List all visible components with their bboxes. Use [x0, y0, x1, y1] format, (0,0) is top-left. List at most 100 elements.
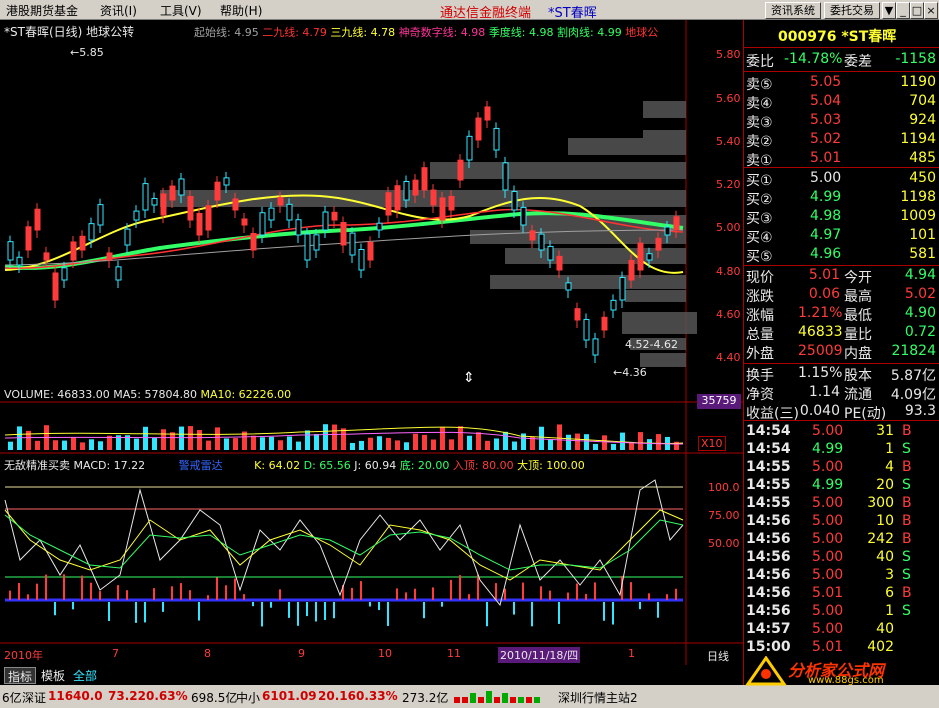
- stat-value: 4.90: [904, 305, 936, 321]
- buy-row: 买① 5.00 450: [746, 170, 936, 189]
- candle-body: [232, 198, 239, 211]
- candle-body: [457, 159, 464, 181]
- date-tick: 1: [628, 647, 635, 660]
- tick-row: 14:56 5.00 40 S: [746, 549, 936, 567]
- tick-price: 4.99: [812, 441, 844, 457]
- volume-bar: [314, 434, 319, 450]
- buy-level-label: 买③: [746, 211, 773, 227]
- sell-price: 5.01: [810, 150, 842, 166]
- server-name[interactable]: 深圳行情主站2: [558, 689, 638, 706]
- macd-bar: [549, 590, 551, 600]
- volume-bar: [206, 440, 211, 450]
- stat-value: 5.01: [808, 267, 840, 283]
- close-icon[interactable]: ×: [924, 2, 938, 19]
- tick-volume: 20: [876, 477, 894, 493]
- candle-body: [331, 211, 338, 221]
- buy-volume: 1009: [900, 208, 936, 224]
- tick-volume: 402: [867, 639, 894, 655]
- candle-body: [349, 232, 356, 256]
- volume-bar: [413, 433, 418, 450]
- sell-price: 5.05: [810, 74, 842, 90]
- macd-bar: [279, 589, 281, 600]
- date-tick: 9: [298, 647, 305, 660]
- zx-label[interactable]: 中小: [236, 689, 260, 706]
- macd-header: 无敌精准买卖 MACD: 17.22 警戒雷达 K: 64.02 D: 65.5…: [4, 457, 585, 473]
- volume-bar: [476, 432, 481, 450]
- candle-body: [601, 316, 608, 331]
- resize-handle-icon[interactable]: ⇕: [463, 370, 475, 386]
- chart-area[interactable]: *ST春晖(日线) 地球公转 起始线: 4.95 二九线: 4.79 三九线: …: [0, 20, 743, 665]
- volume-bar: [287, 436, 292, 450]
- date-tick: 7: [112, 647, 119, 660]
- j-value: J: 60.94: [354, 459, 397, 472]
- stat-label: 最低: [844, 308, 872, 324]
- sell-row: 卖① 5.01 485: [746, 150, 936, 169]
- macd-bar: [162, 602, 164, 612]
- stat-label: 现价: [746, 270, 774, 286]
- candle-body: [178, 178, 185, 196]
- tab-template[interactable]: 模板: [38, 667, 68, 683]
- sz-label[interactable]: 深证: [22, 689, 46, 706]
- tick-row: 14:56 5.00 1 S: [746, 603, 936, 621]
- sell-volume: 485: [909, 150, 936, 166]
- dropdown-icon[interactable]: ▼: [882, 2, 896, 19]
- candle-body: [511, 191, 518, 211]
- price-tick: 4.60: [716, 308, 741, 321]
- macd-bar: [459, 575, 461, 600]
- tick-time: 14:54: [746, 423, 791, 439]
- buy-level-label: 买②: [746, 192, 773, 208]
- tick-time: 14:56: [746, 585, 791, 601]
- price-tick: 4.40: [716, 351, 741, 364]
- candle-body: [637, 242, 644, 271]
- menu-item-info[interactable]: 资讯(I): [100, 2, 137, 19]
- tick-side: S: [902, 567, 911, 583]
- candle-body: [70, 241, 77, 261]
- stat-value: 4.94: [904, 267, 936, 283]
- stat-row: 现价 5.01 今开 4.94: [746, 267, 936, 286]
- maximize-icon[interactable]: □: [910, 2, 924, 19]
- menu-item-help[interactable]: 帮助(H): [220, 2, 262, 19]
- buy-row: 买② 4.99 1198: [746, 189, 936, 208]
- volume-bar: [215, 427, 220, 450]
- volume-bar: [602, 435, 607, 450]
- macd-bar: [414, 588, 416, 600]
- candle-body: [61, 267, 68, 281]
- tick-time: 14:55: [746, 495, 791, 511]
- logo-icon: [745, 656, 787, 686]
- tab-all[interactable]: 全部: [70, 667, 100, 683]
- volume-bar: [296, 441, 301, 450]
- macd-bar: [504, 588, 506, 600]
- volume-value: VOLUME: 46833.00: [4, 388, 110, 401]
- macd-bar: [234, 578, 236, 600]
- macd-bar: [135, 602, 137, 623]
- fund-label: 流通: [844, 387, 872, 403]
- buy-volume: 1198: [900, 189, 936, 205]
- candle-body: [394, 185, 401, 211]
- fund-value: 4.09亿: [890, 387, 936, 403]
- menu-item-hk-futures[interactable]: 港股期货基金: [6, 2, 78, 19]
- macd-bar: [387, 602, 389, 626]
- volume-bar: [449, 439, 454, 450]
- menu-item-tools[interactable]: 工具(V): [160, 2, 202, 19]
- stat-value: 25009: [798, 343, 843, 359]
- macd-bar: [531, 602, 533, 627]
- info-system-button[interactable]: 资讯系统: [765, 2, 821, 19]
- macd-bar: [36, 583, 38, 600]
- watermark: 分析家公式网 www.88gs.com: [744, 656, 939, 686]
- volume-bar: [611, 443, 616, 450]
- macd-bar: [432, 587, 434, 600]
- candle-body: [43, 252, 50, 261]
- fund-row: 净资 1.14 流通 4.09亿: [746, 384, 936, 403]
- minimize-icon[interactable]: _: [896, 2, 910, 19]
- macd-bar: [468, 594, 470, 600]
- tab-indicator[interactable]: 指标: [4, 667, 37, 684]
- candle-body: [475, 117, 482, 141]
- trade-button[interactable]: 委托交易: [824, 2, 880, 19]
- candle-body: [448, 195, 455, 211]
- tick-price: 5.01: [812, 585, 844, 601]
- sell-row: 卖③ 5.03 924: [746, 112, 936, 131]
- volume-bar: [53, 440, 58, 450]
- period-label[interactable]: 日线: [707, 648, 729, 664]
- price-tick: 5.00: [716, 221, 741, 234]
- volume-unit: X10: [698, 436, 726, 451]
